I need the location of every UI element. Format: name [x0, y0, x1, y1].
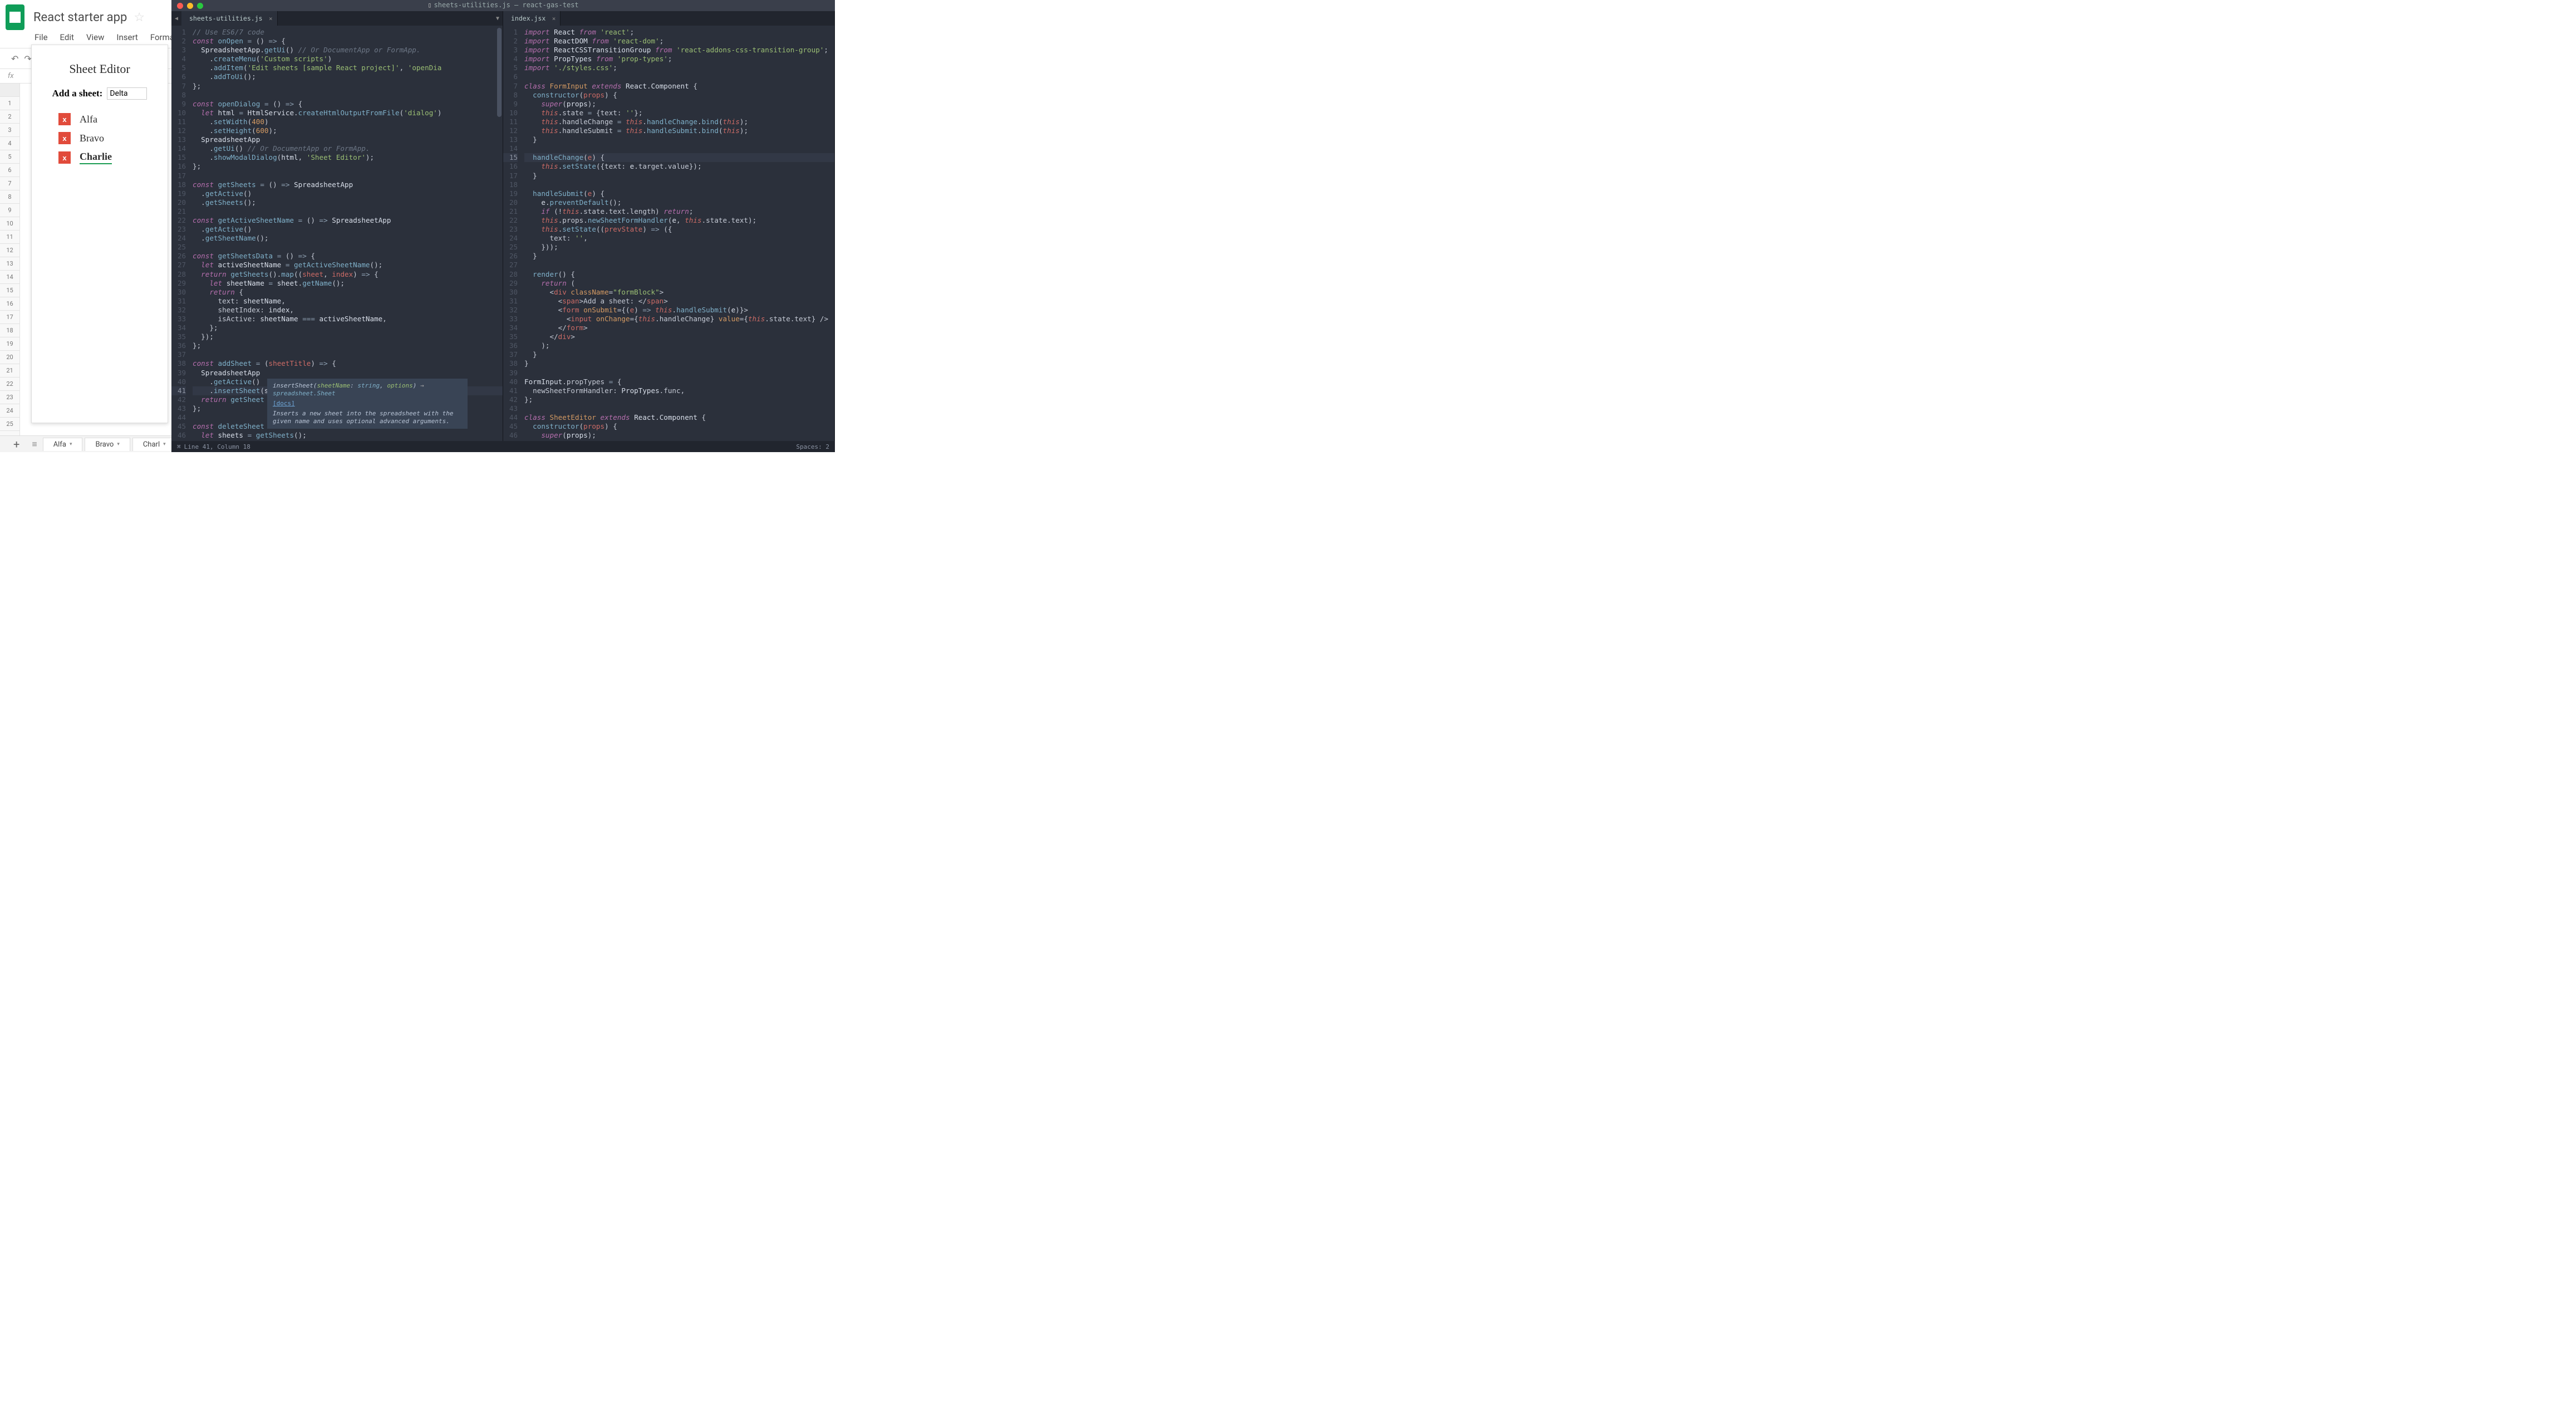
row-header[interactable]: 13 [0, 257, 19, 271]
row-header[interactable]: 20 [0, 351, 19, 364]
tab-strip: ◀ sheets-utilities.js× ▼ index.jsx× [171, 11, 835, 26]
gutter-right: 1234567891011121314151617181920212223242… [503, 26, 522, 441]
row-header[interactable]: 5 [0, 150, 19, 164]
menu-item[interactable]: File [35, 32, 48, 42]
star-icon[interactable]: ☆ [134, 11, 145, 24]
row-header[interactable]: 10 [0, 217, 19, 231]
fx-label: fx [8, 72, 14, 80]
close-tab-icon[interactable]: × [552, 15, 556, 22]
row-header[interactable]: 24 [0, 404, 19, 418]
status-bar: ⌘ Line 41, Column 18 Spaces: 2 [171, 441, 835, 452]
delete-sheet-button[interactable]: x [58, 151, 71, 164]
file-tab-left[interactable]: sheets-utilities.js× [181, 11, 278, 26]
cursor-position: Line 41, Column 18 [184, 443, 250, 450]
row-header[interactable]: 3 [0, 124, 19, 137]
row-header[interactable]: 12 [0, 244, 19, 257]
autocomplete-tooltip: insertSheet(sheetName: string, options) … [267, 379, 468, 429]
add-sheet-button[interactable]: + [7, 438, 26, 451]
row-header[interactable]: 8 [0, 190, 19, 204]
delete-sheet-button[interactable]: x [58, 132, 71, 144]
docs-link[interactable]: [docs] [273, 400, 462, 408]
new-sheet-input[interactable] [107, 87, 147, 100]
row-header[interactable]: 4 [0, 137, 19, 150]
document-title[interactable]: React starter app [33, 11, 127, 24]
terminal-icon[interactable]: ⌘ [177, 443, 181, 450]
indent-setting[interactable]: Spaces: 2 [796, 443, 829, 450]
menu-item[interactable]: Edit [60, 32, 74, 42]
tab-arrow-left-icon[interactable]: ◀ [171, 11, 181, 26]
row-header[interactable]: 7 [0, 177, 19, 190]
sheet-name-label[interactable]: Charlie [80, 151, 112, 164]
row-header[interactable]: 17 [0, 311, 19, 324]
row-header[interactable]: 18 [0, 324, 19, 337]
close-tab-icon[interactable]: × [269, 15, 273, 22]
window-controls: ▯sheets-utilities.js — react-gas-test [171, 0, 835, 11]
row-headers: 1234567891011121314151617181920212223242… [0, 84, 20, 440]
editor-pane-right[interactable]: 1234567891011121314151617181920212223242… [503, 26, 835, 441]
delete-sheet-button[interactable]: x [58, 113, 71, 125]
tab-arrow-down-icon[interactable]: ▼ [493, 11, 503, 26]
redo-icon[interactable]: ↷ [24, 53, 31, 64]
row-header[interactable]: 14 [0, 271, 19, 284]
row-header[interactable]: 2 [0, 110, 19, 124]
sheet-tab[interactable]: Bravo ▾ [85, 438, 130, 451]
editor-pane-left[interactable]: 1234567891011121314151617181920212223242… [171, 26, 503, 441]
code-right[interactable]: import React from 'react'; import ReactD… [522, 26, 834, 441]
row-header[interactable]: 9 [0, 204, 19, 217]
sheet-list: xAlfaxBravoxCharlie [32, 113, 168, 164]
row-header[interactable]: 22 [0, 378, 19, 391]
window-title: ▯sheets-utilities.js — react-gas-test [171, 1, 835, 9]
gutter-left: 1234567891011121314151617181920212223242… [171, 26, 190, 441]
sheet-name-label[interactable]: Bravo [80, 133, 104, 144]
file-tab-right[interactable]: index.jsx× [503, 11, 561, 26]
row-header[interactable]: 6 [0, 164, 19, 177]
add-sheet-label: Add a sheet: [52, 88, 103, 99]
menu-item[interactable]: View [86, 32, 104, 42]
sheet-tab[interactable]: Alfa ▾ [43, 438, 83, 451]
menu-item[interactable]: Insert [116, 32, 137, 42]
menu-item[interactable]: Forma [150, 32, 174, 42]
scrollbar[interactable] [497, 28, 502, 117]
all-sheets-icon[interactable]: ≡ [28, 439, 40, 450]
tooltip-desc: Inserts a new sheet into the spreadsheet… [273, 410, 454, 425]
list-item: x Bravo [58, 132, 168, 144]
sheet-editor-dialog: Sheet Editor Add a sheet: xAlfaxBravoxCh… [31, 45, 168, 423]
sheet-tab[interactable]: Charl ▾ [132, 438, 176, 451]
row-header[interactable]: 16 [0, 297, 19, 311]
row-header[interactable]: 11 [0, 231, 19, 244]
row-header[interactable]: 1 [0, 97, 19, 110]
row-header[interactable]: 15 [0, 284, 19, 297]
file-icon: ▯ [427, 1, 431, 9]
dialog-title: Sheet Editor [32, 45, 168, 87]
row-header[interactable] [0, 84, 19, 97]
sheet-name-label[interactable]: Alfa [80, 114, 97, 125]
list-item: x Charlie [58, 151, 168, 164]
row-header[interactable]: 25 [0, 418, 19, 431]
row-header[interactable]: 23 [0, 391, 19, 404]
row-header[interactable]: 19 [0, 337, 19, 351]
sheets-logo-icon [6, 4, 24, 30]
list-item: x Alfa [58, 113, 168, 125]
undo-icon[interactable]: ↶ [11, 53, 18, 64]
row-header[interactable]: 21 [0, 364, 19, 378]
code-editor-window: ▯sheets-utilities.js — react-gas-test ◀ … [171, 0, 835, 452]
